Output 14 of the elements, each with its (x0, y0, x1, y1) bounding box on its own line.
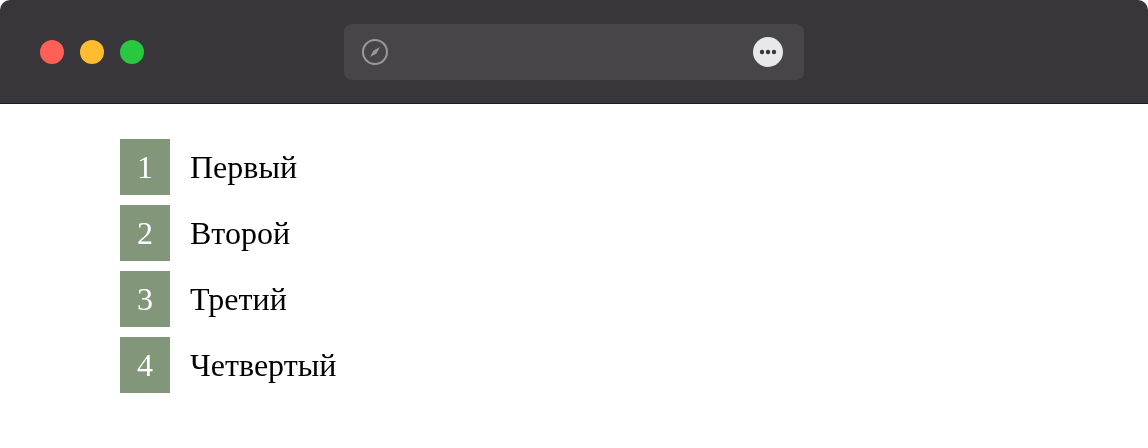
close-button[interactable] (40, 39, 64, 64)
list-item-label: Второй (190, 214, 291, 252)
minimize-button[interactable] (80, 39, 104, 64)
list-item-label: Третий (190, 280, 287, 318)
address-bar[interactable] (344, 24, 804, 80)
number-badge: 1 (120, 139, 170, 195)
number-badge: 2 (120, 205, 170, 261)
maximize-button[interactable] (120, 39, 144, 64)
list-item-label: Четвертый (190, 346, 337, 384)
number-badge: 4 (120, 337, 170, 393)
list-item-label: Первый (190, 148, 298, 186)
compass-icon (361, 38, 389, 66)
number-badge: 3 (120, 271, 170, 327)
more-icon[interactable] (752, 36, 784, 68)
